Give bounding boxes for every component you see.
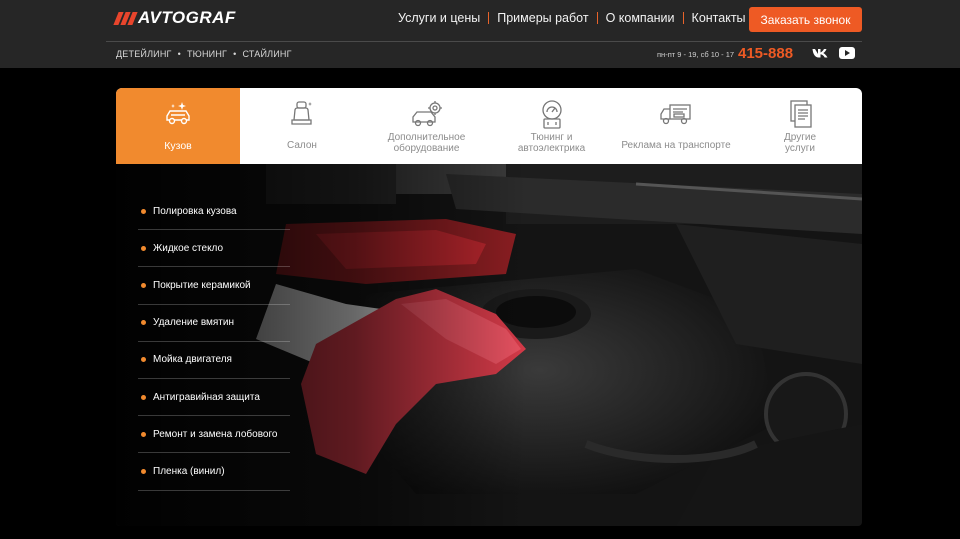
- site-header: AVTOGRAF Услуги и цены Примеры работ О к…: [0, 0, 960, 68]
- nav-separator: [488, 12, 490, 24]
- battery-gauge-icon: [541, 100, 562, 129]
- service-item-dent-removal[interactable]: Удаление вмятин: [138, 305, 290, 342]
- tab-vehicle-ads-label: Реклама на транспорте: [621, 140, 731, 151]
- bullet-icon: [141, 245, 146, 251]
- service-item-engine-wash[interactable]: Мойка двигателя: [138, 342, 290, 379]
- youtube-icon[interactable]: [839, 47, 855, 59]
- callback-button[interactable]: Заказать звонок: [749, 7, 862, 32]
- nav-separator: [596, 12, 598, 24]
- tab-extra-equipment[interactable]: Дополнительное оборудование: [364, 88, 489, 164]
- subnav-styling[interactable]: СТАЙЛИНГ: [242, 49, 291, 59]
- service-tabs: Кузов Салон Дополнительноеоборудование: [116, 88, 862, 164]
- service-item-vinyl-film[interactable]: Пленка (винил): [138, 453, 290, 491]
- nav-services[interactable]: Услуги и цены: [398, 11, 480, 25]
- phone-number[interactable]: 415-888: [738, 45, 793, 62]
- documents-icon: [790, 100, 812, 128]
- logo-mark: [113, 11, 138, 25]
- car-sparkle-icon: [166, 102, 190, 125]
- bullet-icon: [141, 320, 146, 326]
- header-divider: [106, 41, 862, 42]
- tab-other-services[interactable]: Другие услуги: [738, 88, 862, 164]
- subnav-tuning[interactable]: ТЮНИНГ: [187, 49, 227, 59]
- car-seat-icon: [291, 101, 312, 125]
- bullet-icon: [141, 394, 146, 400]
- bullet-icon: [141, 208, 146, 214]
- subnav-dot: •: [233, 49, 237, 59]
- service-item-windshield[interactable]: Ремонт и замена лобового: [138, 416, 290, 454]
- service-item-stone-guard[interactable]: Антигравийная защита: [138, 379, 290, 417]
- service-list: Полировка кузова Жидкое стекло Покрытие …: [138, 193, 290, 491]
- subnav-detailing[interactable]: ДЕТЕЙЛИНГ: [116, 49, 172, 59]
- nav-separator: [682, 12, 684, 24]
- car-gear-icon: [411, 101, 442, 127]
- tab-tuning-label: Тюнинг и автоэлектрика: [517, 132, 586, 154]
- nav-contacts[interactable]: Контакты: [692, 11, 746, 25]
- tab-tuning[interactable]: Тюнинг и автоэлектрика: [489, 88, 614, 164]
- tab-interior-label: Салон: [287, 140, 317, 151]
- tab-interior[interactable]: Салон: [240, 88, 364, 164]
- main-nav: Услуги и цены Примеры работ О компании К…: [398, 11, 746, 25]
- tab-extra-equipment-label: Дополнительное оборудование: [387, 132, 466, 154]
- vk-icon[interactable]: [812, 48, 828, 58]
- nav-about[interactable]: О компании: [606, 11, 675, 25]
- bullet-icon: [141, 357, 146, 363]
- tab-body[interactable]: Кузов: [116, 88, 240, 164]
- sub-nav: ДЕТЕЙЛИНГ • ТЮНИНГ • СТАЙЛИНГ: [116, 49, 292, 59]
- working-hours: пн-пт 9 - 19, сб 10 - 17: [657, 50, 735, 59]
- logo[interactable]: AVTOGRAF: [113, 8, 236, 28]
- nav-portfolio[interactable]: Примеры работ: [497, 11, 588, 25]
- service-item-polishing[interactable]: Полировка кузова: [138, 193, 290, 231]
- hero-panel: Полировка кузова Жидкое стекло Покрытие …: [116, 164, 862, 526]
- tab-other-services-label: Другие услуги: [783, 132, 817, 154]
- service-item-liquid-glass[interactable]: Жидкое стекло: [138, 230, 290, 268]
- bullet-icon: [141, 431, 146, 437]
- logo-text: AVTOGRAF: [138, 8, 236, 27]
- subnav-dot: •: [177, 49, 181, 59]
- tab-vehicle-ads[interactable]: Реклама на транспорте: [614, 88, 738, 164]
- bullet-icon: [141, 282, 146, 288]
- bullet-icon: [141, 468, 146, 474]
- tab-body-label: Кузов: [164, 140, 192, 152]
- service-item-ceramic[interactable]: Покрытие керамикой: [138, 267, 290, 305]
- truck-ad-icon: [660, 104, 691, 125]
